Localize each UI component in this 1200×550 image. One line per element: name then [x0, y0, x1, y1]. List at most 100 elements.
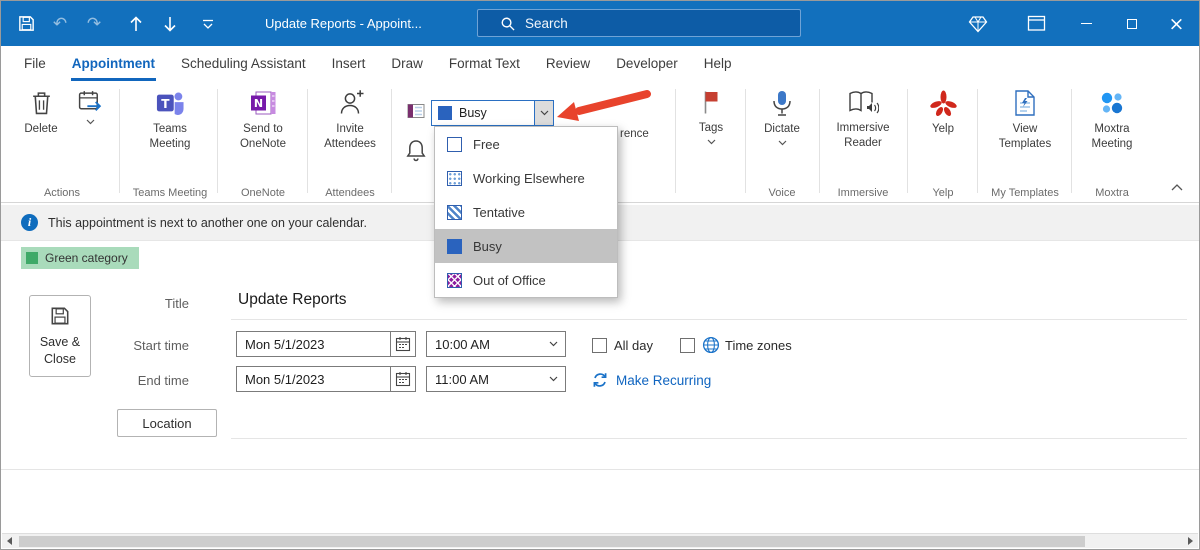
svg-text:N: N [254, 97, 263, 110]
send-to-onenote-button[interactable]: N Send to OneNote [233, 89, 293, 152]
add-person-icon [340, 90, 364, 114]
moxtra-icon [1101, 92, 1123, 114]
outlook-appointment-window: ↶ ↷ Update Reports - Appoint... Search × [0, 0, 1200, 550]
tab-developer[interactable]: Developer [603, 46, 691, 81]
info-message: This appointment is next to another one … [48, 215, 367, 230]
conference-button-partial-label[interactable]: rence [620, 128, 649, 140]
reminder-bell-icon [406, 139, 426, 167]
close-button[interactable]: × [1154, 1, 1199, 46]
end-time-combobox[interactable]: 11:00 AM [426, 366, 566, 392]
onenote-group-label: OneNote [240, 187, 286, 199]
out-of-office-pattern-icon [447, 272, 462, 288]
divider [231, 319, 1187, 320]
chevron-down-icon [549, 376, 557, 382]
maximize-button[interactable] [1109, 1, 1154, 46]
move-down-icon[interactable] [153, 1, 187, 46]
save-icon[interactable] [9, 1, 43, 46]
tab-format-text[interactable]: Format Text [436, 46, 533, 81]
horizontal-scrollbar[interactable] [2, 533, 1198, 548]
show-as-dropdown-menu: Free Working Elsewhere Tentative Busy Ou… [434, 126, 618, 298]
tags-button[interactable]: Tags [687, 89, 735, 145]
all-day-label[interactable]: All day [614, 338, 653, 353]
voice-group-label: Voice [768, 187, 796, 199]
start-time-combobox[interactable]: 10:00 AM [426, 331, 566, 357]
end-date-picker-button[interactable] [390, 367, 415, 391]
show-as-option-out-of-office[interactable]: Out of Office [435, 263, 617, 297]
scroll-left-button[interactable] [2, 534, 17, 548]
group-separator [391, 89, 392, 193]
window-title: Update Reports - Appoint... [265, 16, 422, 31]
chevron-down-icon [707, 139, 715, 145]
teams-group-label: Teams Meeting [132, 187, 208, 199]
microphone-icon [773, 91, 791, 116]
time-zones-checkbox[interactable] [680, 338, 695, 353]
start-time-label: Start time [133, 338, 189, 353]
group-separator [1071, 89, 1072, 193]
forward-button[interactable] [69, 89, 111, 125]
recurring-icon [593, 373, 607, 387]
yelp-button[interactable]: Yelp [921, 89, 965, 137]
title-field-label: Title [164, 296, 189, 311]
group-separator [977, 89, 978, 193]
save-and-close-button[interactable]: Save & Close [29, 295, 91, 377]
appointment-title-input[interactable]: Update Reports [238, 291, 347, 309]
scroll-right-button[interactable] [1183, 534, 1198, 548]
free-pattern-icon [447, 136, 462, 152]
search-input[interactable]: Search [477, 9, 801, 37]
yelp-icon [929, 90, 957, 116]
coming-soon-gem-icon[interactable] [955, 1, 1000, 46]
pop-out-window-icon[interactable] [1014, 1, 1059, 46]
dictate-button[interactable]: Dictate [758, 89, 806, 146]
tab-insert[interactable]: Insert [319, 46, 379, 81]
make-recurring-link[interactable]: Make Recurring [591, 371, 711, 389]
tab-appointment[interactable]: Appointment [59, 46, 168, 81]
redo-icon[interactable]: ↷ [77, 1, 111, 46]
show-as-value: Busy [459, 106, 487, 120]
move-up-icon[interactable] [119, 1, 153, 46]
minimize-button[interactable] [1064, 1, 1109, 46]
view-templates-button[interactable]: View Templates [995, 89, 1055, 152]
tab-scheduling-assistant[interactable]: Scheduling Assistant [168, 46, 319, 81]
all-day-checkbox[interactable] [592, 338, 607, 353]
category-badge[interactable]: Green category [21, 247, 139, 269]
tab-draw[interactable]: Draw [378, 46, 436, 81]
tab-help[interactable]: Help [691, 46, 745, 81]
undo-icon[interactable]: ↶ [43, 1, 77, 46]
show-as-option-busy[interactable]: Busy [435, 229, 617, 263]
chevron-down-icon [778, 140, 786, 146]
show-as-option-working-elsewhere[interactable]: Working Elsewhere [435, 161, 617, 195]
tab-file[interactable]: File [11, 46, 59, 81]
immersive-reader-button[interactable]: Immersive Reader [829, 89, 897, 151]
moxtra-group-label: Moxtra [1095, 187, 1129, 199]
forward-calendar-icon [78, 91, 101, 111]
end-date-input[interactable]: Mon 5/1/2023 [236, 366, 416, 392]
option-label: Busy [473, 238, 502, 254]
show-as-option-free[interactable]: Free [435, 127, 617, 161]
delete-button[interactable]: Delete [15, 89, 67, 137]
my-templates-group-label: My Templates [991, 187, 1059, 199]
teams-icon: T [156, 92, 184, 115]
location-button[interactable]: Location [117, 409, 217, 437]
show-as-option-tentative[interactable]: Tentative [435, 195, 617, 229]
immersive-reader-icon [848, 91, 879, 114]
group-separator [307, 89, 308, 193]
collapse-ribbon-button[interactable] [1171, 178, 1183, 196]
title-bar: ↶ ↷ Update Reports - Appoint... Search × [1, 1, 1199, 46]
tab-review[interactable]: Review [533, 46, 603, 81]
start-date-picker-button[interactable] [390, 332, 415, 356]
scrollbar-thumb[interactable] [19, 536, 1085, 547]
divider [231, 438, 1187, 439]
moxtra-meeting-button[interactable]: Moxtra Meeting [1083, 89, 1141, 152]
annotation-arrow [557, 90, 651, 121]
start-date-input[interactable]: Mon 5/1/2023 [236, 331, 416, 357]
invite-attendees-button[interactable]: Invite Attendees [319, 89, 381, 152]
show-as-combobox[interactable]: Busy [431, 100, 554, 126]
teams-meeting-button[interactable]: T Teams Meeting [137, 89, 203, 152]
search-placeholder: Search [525, 15, 568, 31]
busy-status-swatch-icon [438, 106, 452, 120]
time-zones-label[interactable]: Time zones [725, 338, 792, 353]
group-separator [745, 89, 746, 193]
customize-quick-access-icon[interactable] [191, 1, 225, 46]
option-label: Working Elsewhere [473, 170, 585, 186]
templates-document-icon [1015, 90, 1035, 116]
